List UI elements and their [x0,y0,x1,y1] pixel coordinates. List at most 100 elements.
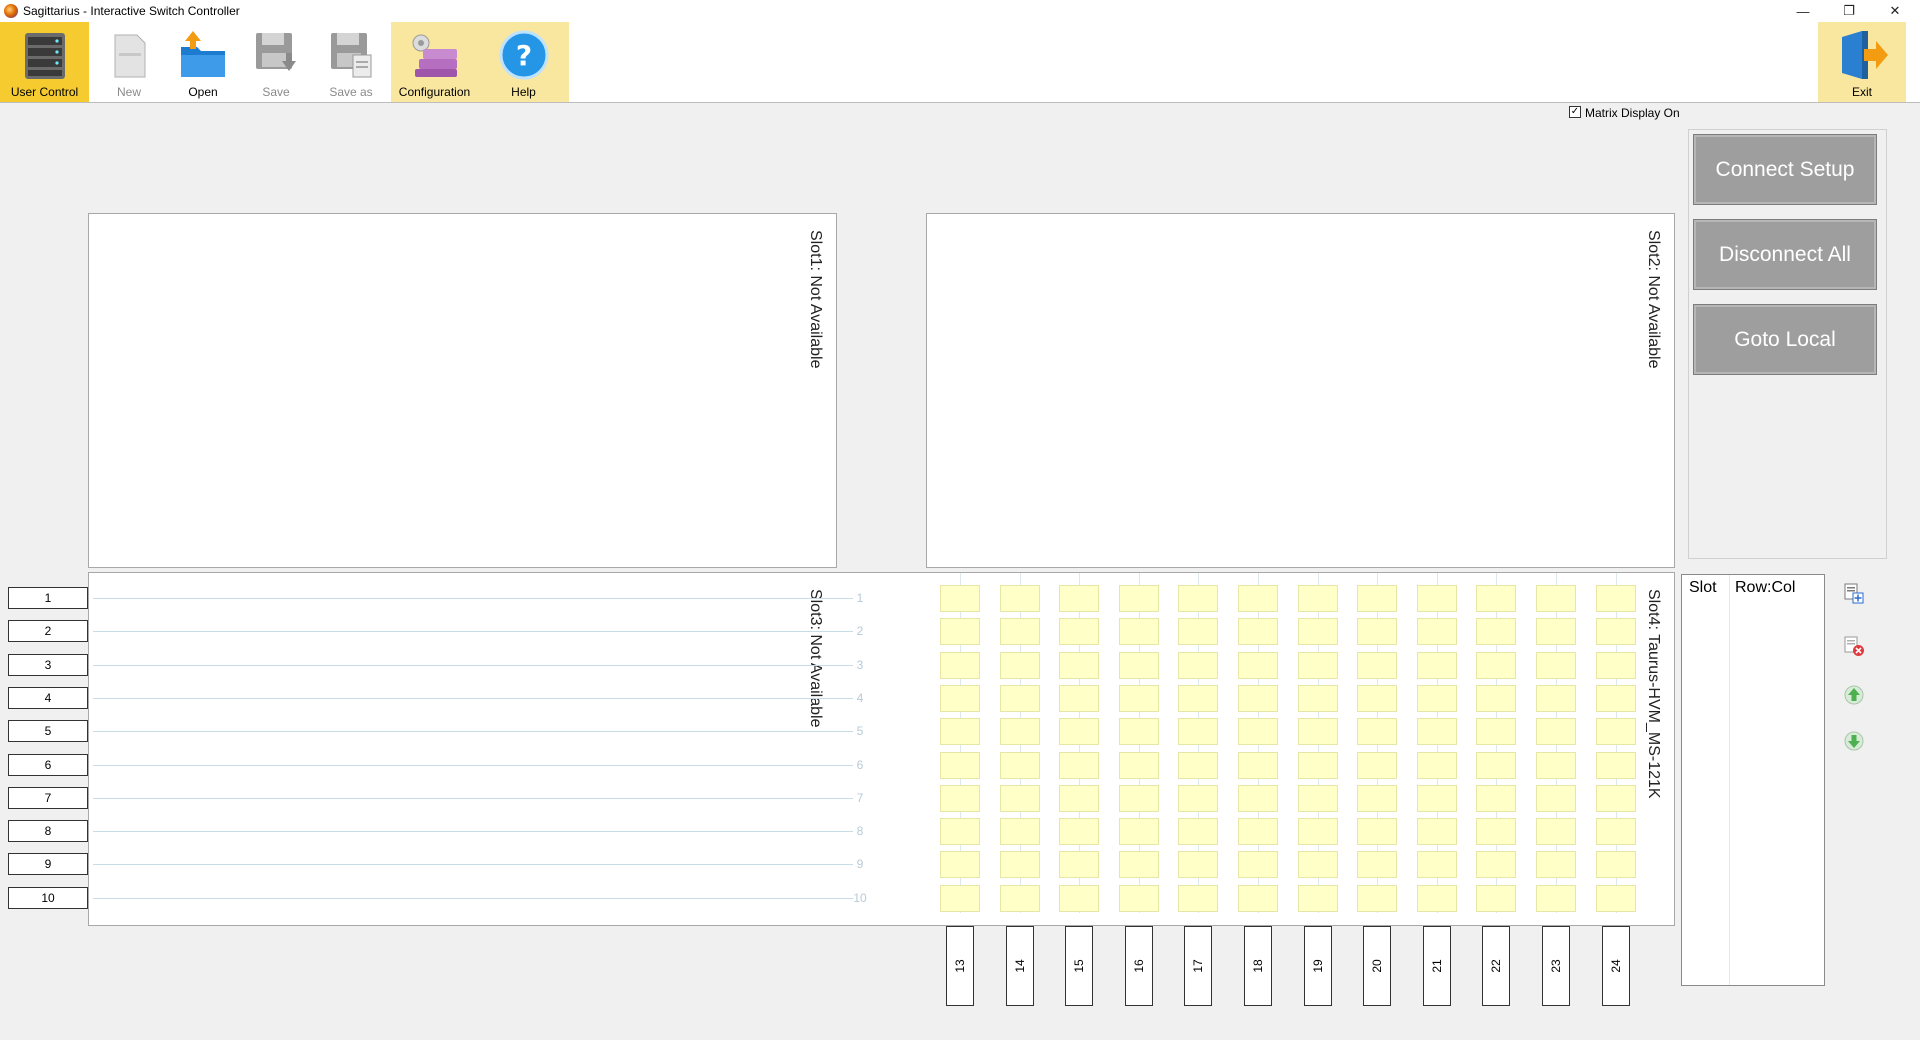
crosspoint-cell[interactable] [1596,718,1636,745]
crosspoint-cell[interactable] [940,785,980,812]
crosspoint-cell[interactable] [1119,818,1159,845]
crosspoint-cell[interactable] [1059,752,1099,779]
crosspoint-cell[interactable] [1476,752,1516,779]
crosspoint-cell[interactable] [1357,652,1397,679]
crosspoint-cell[interactable] [1417,785,1457,812]
column-label-box[interactable]: 22 [1482,926,1510,1006]
crosspoint-cell[interactable] [1059,851,1099,878]
crosspoint-cell[interactable] [1536,818,1576,845]
crosspoint-cell[interactable] [1536,752,1576,779]
crosspoint-cell[interactable] [1000,785,1040,812]
row-label-box[interactable]: 1 [8,587,88,609]
open-button[interactable]: Open [172,22,234,102]
crosspoint-cell[interactable] [1238,785,1278,812]
save-button[interactable]: Save [245,22,307,102]
new-button[interactable]: New [98,22,160,102]
crosspoint-cell[interactable] [1417,818,1457,845]
crosspoint-cell[interactable] [1536,618,1576,645]
crosspoint-cell[interactable] [1238,752,1278,779]
crosspoint-cell[interactable] [1596,818,1636,845]
add-path-icon[interactable] [1843,582,1865,604]
maximize-button[interactable]: ❐ [1826,0,1872,22]
crosspoint-cell[interactable] [940,818,980,845]
column-label-box[interactable]: 23 [1542,926,1570,1006]
crosspoint-cell[interactable] [1178,851,1218,878]
crosspoint-cell[interactable] [1298,652,1338,679]
crosspoint-cell[interactable] [1238,718,1278,745]
crosspoint-cell[interactable] [940,585,980,612]
crosspoint-cell[interactable] [1119,652,1159,679]
crosspoint-cell[interactable] [1119,685,1159,712]
matrix-display-checkbox[interactable]: ✓ [1569,106,1581,118]
crosspoint-cell[interactable] [1000,585,1040,612]
crosspoint-cell[interactable] [1417,652,1457,679]
column-label-box[interactable]: 13 [946,926,974,1006]
save-as-button[interactable]: Save as [320,22,382,102]
row-label-box[interactable]: 6 [8,754,88,776]
crosspoint-cell[interactable] [1238,885,1278,912]
crosspoint-cell[interactable] [1417,585,1457,612]
column-label-box[interactable]: 20 [1363,926,1391,1006]
crosspoint-cell[interactable] [940,718,980,745]
column-label-box[interactable]: 21 [1423,926,1451,1006]
crosspoint-cell[interactable] [1178,785,1218,812]
crosspoint-cell[interactable] [1000,851,1040,878]
crosspoint-cell[interactable] [1596,685,1636,712]
crosspoint-cell[interactable] [940,885,980,912]
crosspoint-cell[interactable] [940,618,980,645]
crosspoint-cell[interactable] [1178,818,1218,845]
crosspoint-cell[interactable] [1238,818,1278,845]
crosspoint-cell[interactable] [1298,585,1338,612]
crosspoint-cell[interactable] [1000,685,1040,712]
column-label-box[interactable]: 16 [1125,926,1153,1006]
crosspoint-cell[interactable] [1119,785,1159,812]
crosspoint-cell[interactable] [1536,785,1576,812]
crosspoint-cell[interactable] [1178,718,1218,745]
crosspoint-cell[interactable] [1178,685,1218,712]
crosspoint-cell[interactable] [1059,885,1099,912]
crosspoint-cell[interactable] [1417,752,1457,779]
crosspoint-cell[interactable] [1417,685,1457,712]
move-up-icon[interactable] [1843,684,1865,706]
row-label-box[interactable]: 2 [8,620,88,642]
crosspoint-cell[interactable] [1000,718,1040,745]
crosspoint-cell[interactable] [1059,585,1099,612]
crosspoint-cell[interactable] [1238,652,1278,679]
crosspoint-cell[interactable] [1357,618,1397,645]
row-label-box[interactable]: 10 [8,887,88,909]
exit-button[interactable]: Exit [1818,22,1906,102]
crosspoint-cell[interactable] [1298,818,1338,845]
crosspoint-cell[interactable] [1596,752,1636,779]
crosspoint-cell[interactable] [1596,652,1636,679]
crosspoint-cell[interactable] [1417,885,1457,912]
crosspoint-cell[interactable] [1000,618,1040,645]
crosspoint-cell[interactable] [1059,685,1099,712]
user-control-button[interactable]: User Control [0,22,89,102]
help-button[interactable]: ? Help [478,22,569,102]
crosspoint-cell[interactable] [1000,752,1040,779]
list-header-rowcol[interactable]: Row:Col [1735,579,1795,597]
crosspoint-cell[interactable] [1119,752,1159,779]
crosspoint-cell[interactable] [1000,818,1040,845]
crosspoint-cell[interactable] [1178,585,1218,612]
row-label-box[interactable]: 7 [8,787,88,809]
crosspoint-cell[interactable] [1596,885,1636,912]
crosspoint-cell[interactable] [1357,818,1397,845]
crosspoint-cell[interactable] [1536,652,1576,679]
crosspoint-cell[interactable] [1417,851,1457,878]
column-label-box[interactable]: 14 [1006,926,1034,1006]
column-label-box[interactable]: 15 [1065,926,1093,1006]
crosspoint-cell[interactable] [1417,618,1457,645]
crosspoint-cell[interactable] [940,851,980,878]
column-label-box[interactable]: 19 [1304,926,1332,1006]
crosspoint-cell[interactable] [1536,685,1576,712]
crosspoint-cell[interactable] [1536,585,1576,612]
crosspoint-cell[interactable] [1476,885,1516,912]
move-down-icon[interactable] [1843,730,1865,752]
configuration-button[interactable]: Configuration [391,22,478,102]
crosspoint-cell[interactable] [940,752,980,779]
crosspoint-cell[interactable] [1059,718,1099,745]
minimize-button[interactable]: — [1780,0,1826,22]
crosspoint-cell[interactable] [1536,718,1576,745]
goto-local-button[interactable]: Goto Local [1693,304,1877,375]
